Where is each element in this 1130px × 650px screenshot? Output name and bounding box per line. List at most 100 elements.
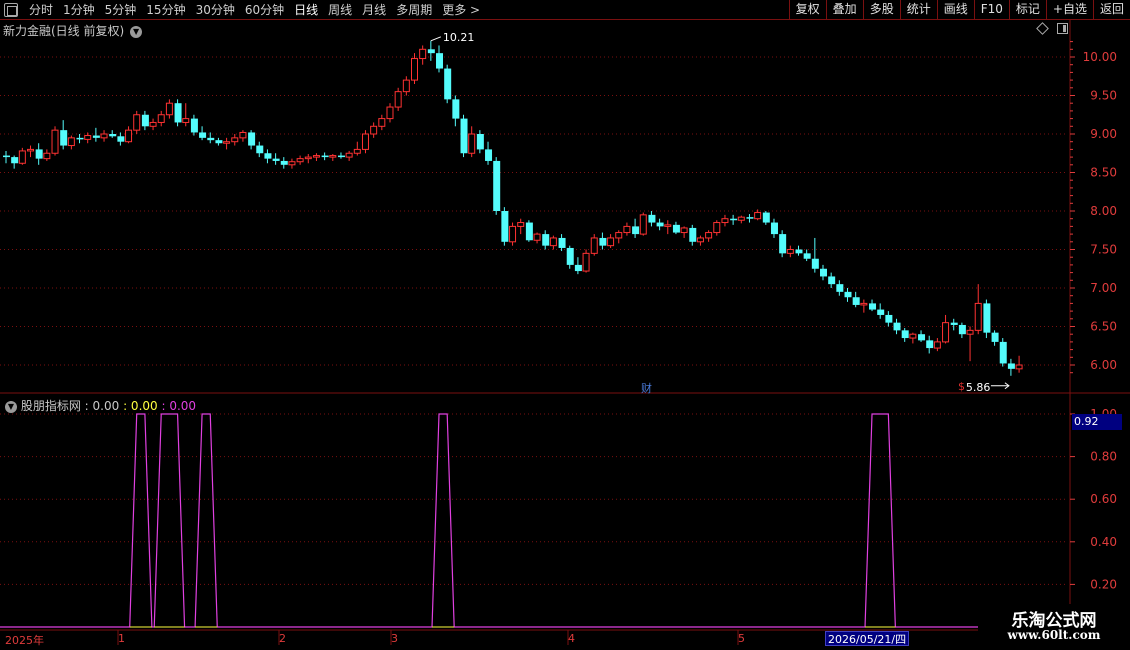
financial-report-marker[interactable]: 财 [641,380,652,396]
candle [779,230,787,258]
candle-body-down [885,314,893,323]
candle [926,335,934,354]
candle-body-down [746,217,754,219]
candle [165,99,173,119]
x-label-month: 3 [391,632,398,645]
chevron-down-icon[interactable]: ▼ [5,400,17,413]
candle [721,214,729,227]
candle-body-down [92,135,100,138]
candle-body-up [737,216,745,221]
y-tick-label: 0.80 [1090,450,1117,464]
candle [942,314,950,344]
candle [933,338,941,352]
candle [231,134,239,146]
candle-body-up [378,118,386,127]
y-tick-label: 8.50 [1090,166,1117,180]
indicator-axis: 1.000.800.600.400.20 [1070,407,1117,591]
candlesticks [3,40,1023,376]
candle [828,272,836,288]
candle [836,280,844,296]
candle [909,332,917,344]
candle-body-down [321,155,329,158]
candle [329,154,337,161]
candle-body-down [174,103,182,123]
candle-body-down [476,134,484,150]
candle-body-down [950,322,958,325]
candle-body-up [411,58,418,81]
candle-body-up [705,232,713,239]
candle-body-up [713,222,721,234]
candle-body-down [893,322,901,331]
candle-body-up [721,218,729,224]
chevron-down-icon[interactable]: ▼ [130,25,143,38]
candle [860,299,868,313]
candle [427,40,435,61]
candle-body-down [493,160,501,211]
candle [877,303,885,319]
candle [869,299,877,312]
candle-body-down [444,68,452,100]
candle [76,134,84,144]
candle [386,103,394,123]
candle-body-up [100,133,108,139]
indicator-title[interactable]: ▼ 股朋指标网 : 0.00 : 0.00 : 0.00 [3,397,196,414]
low-label: 5.86 [966,381,991,394]
candle-body-up [329,155,337,158]
candle-body-up [182,118,190,123]
candle-body-down [844,291,852,298]
x-label-month: 4 [568,632,575,645]
candle [656,218,664,231]
candle-body-up [696,237,704,243]
watermark-logo: 乐淘公式网 www.60lt.com [978,604,1130,650]
candle-body-up [966,329,974,335]
candle [248,130,256,150]
candle [525,220,533,242]
candle [566,245,574,269]
candle-body-down [983,303,991,333]
candle [288,158,296,169]
candle [312,153,320,161]
candle [632,218,640,238]
candle [141,110,149,131]
candle [476,130,484,154]
candle [337,152,345,159]
layout-toggle-icon[interactable] [1057,23,1068,34]
y-tick-label: 6.50 [1090,320,1117,334]
candle [689,224,697,246]
candle [452,95,460,127]
candle [885,311,893,327]
candle-body-down [820,268,827,277]
kline-chart[interactable]: 6.006.507.007.508.008.509.009.5010.00 1.… [0,0,1130,650]
candle [436,45,444,73]
candle-body-down [901,330,909,339]
chart-title[interactable]: 新力金融(日线 前复权) ▼ [3,22,143,39]
candle [1015,355,1023,373]
candle-body-up [304,156,312,160]
candle-body-down [918,334,926,341]
candle [182,103,190,127]
candle-body-down [141,114,149,127]
candle [623,222,631,236]
candle [460,114,468,158]
candle-body-down [337,155,345,158]
candle-body-down [452,99,460,119]
candle [133,110,141,134]
candle-body-up [909,333,917,339]
candle [680,226,688,238]
candle [60,120,68,150]
dividend-marker[interactable]: $ [958,380,965,393]
candle [411,53,418,84]
candle [264,149,272,164]
candle [501,207,509,246]
y-tick-label: 10.00 [1083,50,1117,64]
candle-body-down [60,130,68,146]
candle-body-down [485,149,493,161]
candle [974,284,982,335]
candle-body-down [35,149,43,159]
candle [844,288,852,302]
candle-body-down [958,324,966,335]
candle-body-down [190,118,198,133]
candle-body-up [67,137,75,147]
candle [378,114,386,131]
candle-body-up [345,152,353,158]
